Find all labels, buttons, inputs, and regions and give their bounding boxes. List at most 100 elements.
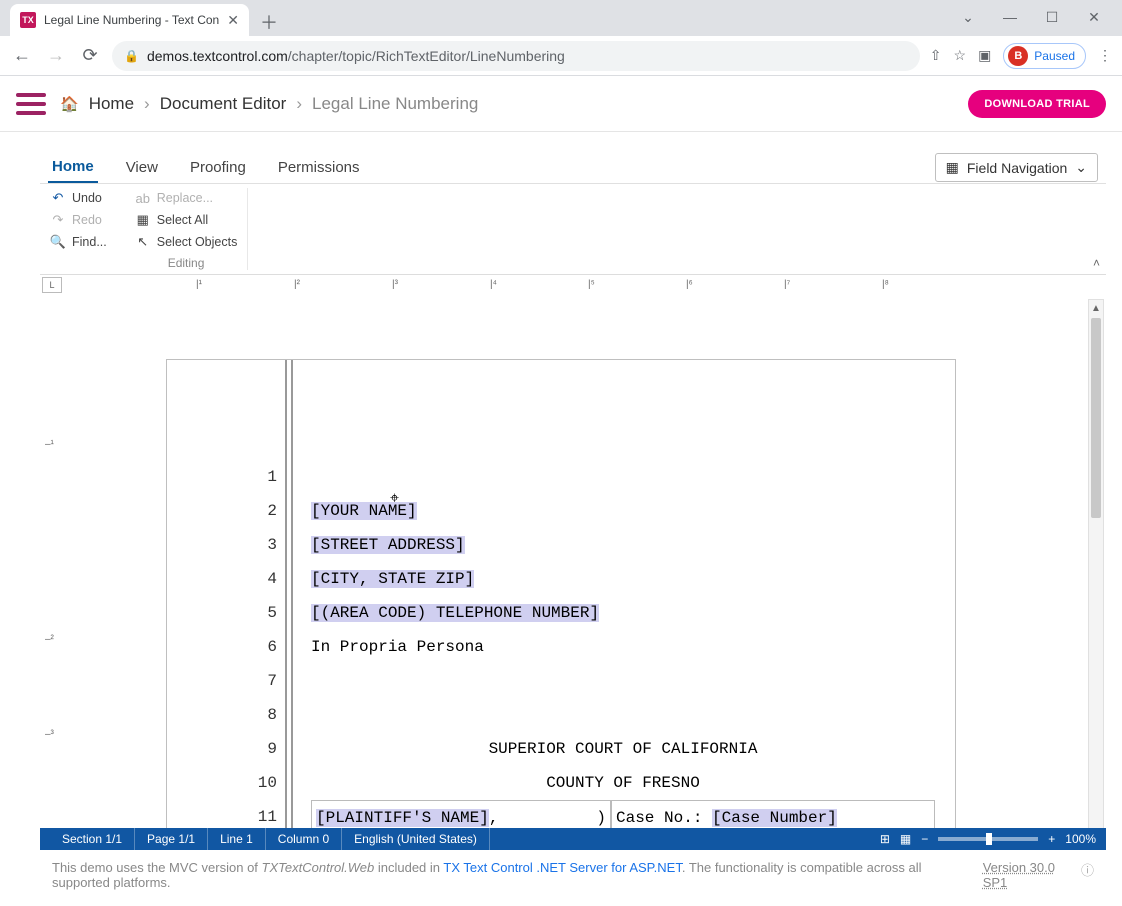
document-content[interactable]: [YOUR NAME] [STREET ADDRESS] [CITY, STAT… bbox=[311, 460, 935, 850]
status-line[interactable]: Line 1 bbox=[208, 828, 266, 850]
browser-tab[interactable]: TX Legal Line Numbering - Text Con ✕ bbox=[10, 4, 249, 36]
status-section[interactable]: Section 1/1 bbox=[50, 828, 135, 850]
zoom-out-icon[interactable]: − bbox=[921, 832, 928, 846]
breadcrumb-editor[interactable]: Document Editor bbox=[160, 94, 287, 114]
version-link[interactable]: Version 30.0 SP1 bbox=[983, 860, 1077, 890]
document-page[interactable]: 1 2 3 4 5 6 7 8 9 10 11 12 [YOUR NAME] [… bbox=[166, 359, 956, 850]
field-navigation-dropdown[interactable]: ▦ Field Navigation ⌄ bbox=[935, 153, 1098, 182]
chevron-right-icon: › bbox=[144, 94, 150, 114]
field-phone[interactable]: [(AREA CODE) TELEPHONE NUMBER] bbox=[311, 604, 599, 622]
document-area[interactable]: 1 2 3 4 5 6 7 8 9 10 11 12 [YOUR NAME] [… bbox=[66, 299, 1084, 850]
status-language[interactable]: English (United States) bbox=[342, 828, 490, 850]
vertical-ruler[interactable]: –¹ –² –³ bbox=[42, 299, 62, 850]
footer-link[interactable]: TX Text Control .NET Server for ASP.NET bbox=[443, 860, 681, 875]
new-tab-button[interactable]: ＋ bbox=[255, 8, 283, 36]
address-bar: ← → ⟳ 🔒 demos.textcontrol.com/chapter/to… bbox=[0, 36, 1122, 76]
close-tab-icon[interactable]: ✕ bbox=[227, 12, 239, 29]
maximize-icon[interactable]: ☐ bbox=[1040, 9, 1064, 26]
text-county: COUNTY OF FRESNO bbox=[546, 774, 700, 792]
text-cursor-icon: ⌖ bbox=[390, 490, 399, 508]
bookmark-icon[interactable]: ☆ bbox=[954, 47, 967, 64]
breadcrumb-leaf: Legal Line Numbering bbox=[312, 94, 478, 114]
paused-label: Paused bbox=[1034, 49, 1075, 63]
legal-double-line bbox=[285, 360, 293, 850]
reload-button[interactable]: ⟳ bbox=[78, 45, 102, 66]
ribbon-body: ↶Undo ↷Redo 🔍Find... abReplace... ▦Selec… bbox=[40, 183, 1106, 274]
text-superior-court: SUPERIOR COURT OF CALIFORNIA bbox=[489, 740, 758, 758]
ruler-corner[interactable]: L bbox=[42, 277, 62, 293]
select-objects-button[interactable]: ↖Select Objects bbox=[131, 232, 242, 252]
url-path: /chapter/topic/RichTextEditor/LineNumber… bbox=[288, 48, 565, 64]
breadcrumb: 🏠 Home › Document Editor › Legal Line Nu… bbox=[60, 94, 478, 114]
url-domain: demos.textcontrol.com bbox=[147, 48, 288, 64]
profile-paused-chip[interactable]: B Paused bbox=[1003, 43, 1086, 69]
redo-button[interactable]: ↷Redo bbox=[46, 210, 111, 230]
select-all-button[interactable]: ▦Select All bbox=[131, 210, 242, 230]
status-bar: Section 1/1 Page 1/1 Line 1 Column 0 Eng… bbox=[40, 828, 1106, 850]
home-icon: 🏠 bbox=[60, 95, 79, 113]
undo-icon: ↶ bbox=[50, 190, 66, 206]
tab-view[interactable]: View bbox=[122, 153, 162, 182]
text-propria: In Propria Persona bbox=[311, 638, 484, 656]
ribbon-group-label: Editing bbox=[131, 254, 242, 270]
favicon: TX bbox=[20, 12, 36, 28]
horizontal-ruler[interactable]: |¹ |² |³ |⁴ |⁵ |⁶ |⁷ |⁸ bbox=[66, 277, 1084, 295]
scroll-thumb[interactable] bbox=[1091, 318, 1101, 518]
ribbon-tabs: Home View Proofing Permissions ▦ Field N… bbox=[40, 148, 1106, 183]
field-your-name[interactable]: [YOUR NAME] bbox=[311, 502, 417, 520]
field-street[interactable]: [STREET ADDRESS] bbox=[311, 536, 465, 554]
redo-icon: ↷ bbox=[50, 212, 66, 228]
site-header: 🏠 Home › Document Editor › Legal Line Nu… bbox=[0, 76, 1122, 132]
tab-title: Legal Line Numbering - Text Con bbox=[44, 13, 219, 27]
field-plaintiff[interactable]: [PLAINTIFF'S NAME] bbox=[316, 809, 489, 827]
info-icon[interactable]: ⓘ bbox=[1081, 860, 1094, 890]
line-numbers: 1 2 3 4 5 6 7 8 9 10 11 12 bbox=[247, 460, 277, 850]
zoom-in-icon[interactable]: + bbox=[1048, 832, 1055, 846]
pointer-icon: ↖ bbox=[135, 234, 151, 250]
footer-note: This demo uses the MVC version of TXText… bbox=[40, 850, 1106, 906]
undo-button[interactable]: ↶Undo bbox=[46, 188, 111, 208]
fieldnav-icon: ▦ bbox=[946, 159, 959, 176]
close-window-icon[interactable]: ✕ bbox=[1082, 9, 1106, 26]
download-trial-button[interactable]: DOWNLOAD TRIAL bbox=[968, 90, 1106, 118]
select-all-icon: ▦ bbox=[135, 212, 151, 228]
view-web-icon[interactable]: ▦ bbox=[900, 832, 911, 846]
editor-shell: Home View Proofing Permissions ▦ Field N… bbox=[0, 132, 1122, 906]
view-mode-icon[interactable]: ⊞ bbox=[880, 832, 890, 846]
replace-icon: ab bbox=[135, 190, 151, 206]
zoom-knob[interactable] bbox=[986, 833, 992, 845]
field-city[interactable]: [CITY, STATE ZIP] bbox=[311, 570, 474, 588]
chevron-right-icon: › bbox=[296, 94, 302, 114]
lock-icon: 🔒 bbox=[124, 49, 139, 63]
workspace: L |¹ |² |³ |⁴ |⁵ |⁶ |⁷ |⁸ –¹ –² –³ ▲ ▼ 1 bbox=[40, 274, 1106, 850]
panel-icon[interactable]: ▣ bbox=[978, 47, 991, 64]
caret-down-icon[interactable]: ⌄ bbox=[956, 9, 980, 26]
scroll-up-icon[interactable]: ▲ bbox=[1089, 300, 1103, 316]
zoom-slider[interactable] bbox=[938, 837, 1038, 841]
minimize-icon[interactable]: — bbox=[998, 9, 1022, 26]
tab-proofing[interactable]: Proofing bbox=[186, 153, 250, 182]
fieldnav-label: Field Navigation bbox=[967, 160, 1067, 176]
status-column[interactable]: Column 0 bbox=[266, 828, 342, 850]
forward-button[interactable]: → bbox=[44, 45, 68, 66]
replace-button[interactable]: abReplace... bbox=[131, 188, 242, 208]
hamburger-icon[interactable] bbox=[16, 93, 46, 115]
avatar: B bbox=[1008, 46, 1028, 66]
browser-titlebar: TX Legal Line Numbering - Text Con ✕ ＋ ⌄… bbox=[0, 0, 1122, 36]
back-button[interactable]: ← bbox=[10, 45, 34, 66]
chevron-down-icon: ⌄ bbox=[1075, 159, 1087, 176]
collapse-ribbon-icon[interactable]: ˄ bbox=[1093, 256, 1100, 270]
field-case-no[interactable]: [Case Number] bbox=[712, 809, 837, 827]
find-button[interactable]: 🔍Find... bbox=[46, 232, 111, 252]
tab-permissions[interactable]: Permissions bbox=[274, 153, 364, 182]
vertical-scrollbar[interactable]: ▲ ▼ bbox=[1088, 299, 1104, 850]
kebab-menu-icon[interactable]: ⋮ bbox=[1098, 47, 1112, 64]
zoom-value[interactable]: 100% bbox=[1065, 832, 1096, 846]
share-icon[interactable]: ⇧ bbox=[930, 47, 942, 64]
search-icon: 🔍 bbox=[50, 234, 66, 250]
window-controls: ⌄ — ☐ ✕ bbox=[956, 3, 1114, 36]
status-page[interactable]: Page 1/1 bbox=[135, 828, 208, 850]
url-field[interactable]: 🔒 demos.textcontrol.com/chapter/topic/Ri… bbox=[112, 41, 920, 71]
breadcrumb-home[interactable]: Home bbox=[89, 94, 134, 114]
tab-home[interactable]: Home bbox=[48, 152, 98, 183]
